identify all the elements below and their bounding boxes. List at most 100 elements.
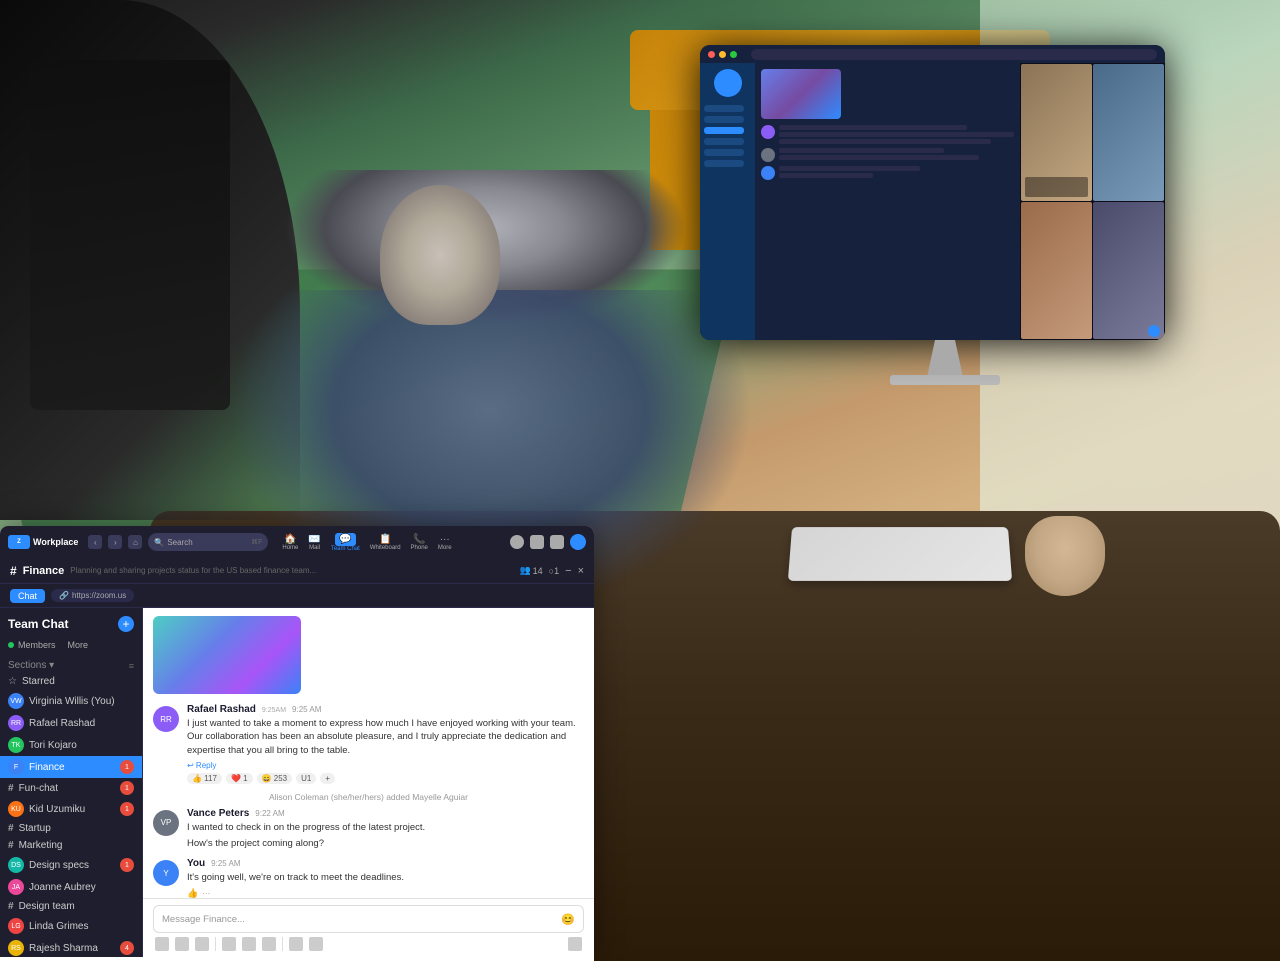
channel-description: Planning and sharing projects status for… [70, 566, 513, 575]
funchat-badge: 1 [120, 781, 134, 795]
sidebar-item-virginia[interactable]: VW Virginia Willis (You) [0, 690, 142, 712]
sidebar-item-marketing[interactable]: # Marketing [0, 837, 142, 854]
vance-msg-content: Vance Peters 9:22 AM I wanted to check i… [187, 808, 584, 851]
nav-back-button[interactable]: ‹ [88, 535, 102, 549]
mention-button[interactable] [309, 937, 323, 951]
pencil-icon[interactable] [550, 535, 564, 549]
channel-name: Finance [23, 565, 65, 577]
message-rafael: RR Rafael Rashad 9:25AM 9:25 AM I just w… [153, 704, 584, 784]
kid-name: Kid Uzumiku [29, 804, 115, 815]
channel-header: # Finance Planning and sharing projects … [0, 558, 594, 584]
starred-label: Starred [22, 676, 134, 687]
sidebar-item-linda[interactable]: LG Linda Grimes [0, 915, 142, 937]
you-msg-content-1: You 9:25 AM It's going well, we're on tr… [187, 858, 584, 898]
channel-hash: # [10, 564, 17, 578]
rafael-msg-header: Rafael Rashad 9:25AM 9:25 AM [187, 704, 584, 715]
nav-home-button[interactable]: ⌂ [128, 535, 142, 549]
preview-image [153, 616, 301, 694]
nav-more[interactable]: ··· More [438, 534, 452, 551]
zoom-logo: Z Workplace [8, 535, 78, 549]
reaction-heart[interactable]: ❤️ 1 [226, 773, 253, 784]
action-count: ○1 [549, 566, 559, 576]
nav-team-chat[interactable]: 💬 Team Chat [331, 533, 360, 552]
gif-button[interactable] [195, 937, 209, 951]
startup-hash: # [8, 823, 14, 834]
rajesh-avatar: RS [8, 940, 24, 956]
chat-area: RR Rafael Rashad 9:25AM 9:25 AM I just w… [143, 608, 594, 957]
rafael-reply-row: ↩ Reply [187, 761, 584, 770]
design-specs-avatar: DS [8, 857, 24, 873]
file-button[interactable] [222, 937, 236, 951]
nav-forward-button[interactable]: › [108, 535, 122, 549]
chat-input-box[interactable]: Message Finance... 😊 [153, 905, 584, 933]
members-label: Members [18, 640, 56, 650]
linda-name: Linda Grimes [29, 921, 134, 932]
sidebar-item-funchat[interactable]: # Fun-chat 1 [0, 778, 142, 798]
search-bar[interactable]: 🔍 Search ⌘F [148, 533, 268, 551]
add-channel-button[interactable]: + [118, 616, 134, 632]
sections-header[interactable]: Sections ▾ ≡ [0, 654, 142, 673]
nav-phone[interactable]: 📞 Phone [411, 534, 428, 551]
chat-messages: RR Rafael Rashad 9:25AM 9:25 AM I just w… [143, 608, 594, 898]
chat-input-placeholder: Message Finance... [162, 914, 245, 925]
sidebar-item-design-team[interactable]: # Design team [0, 898, 142, 915]
filter-icon[interactable]: ≡ [129, 661, 134, 671]
reply-button[interactable]: ↩ Reply [187, 761, 216, 770]
calendar-icon[interactable] [530, 535, 544, 549]
design-team-hash: # [8, 901, 14, 912]
reaction-u1[interactable]: U1 [296, 773, 316, 784]
funchat-name: Fun-chat [19, 783, 115, 794]
close-button[interactable]: × [578, 565, 584, 577]
nav-whiteboard[interactable]: 📋 Whiteboard [370, 534, 401, 551]
top-nav: 🏠 Home ✉️ Mail 💬 Team Chat 📋 Whiteboard … [282, 533, 451, 552]
camera-button[interactable] [242, 937, 256, 951]
sidebar-item-rafael[interactable]: RR Rafael Rashad [0, 712, 142, 734]
sidebar-item-tori[interactable]: TK Tori Kojaro [0, 734, 142, 756]
image-message [153, 616, 584, 694]
star-icon: ☆ [8, 676, 17, 687]
app-body: Team Chat + Members More Sections ▾ ≡ ☆ … [0, 608, 594, 957]
sidebar-item-kid[interactable]: KU Kid Uzumiku 1 [0, 798, 142, 820]
bell-icon[interactable] [510, 535, 524, 549]
tori-name: Tori Kojaro [29, 740, 134, 751]
app-topbar: Z Workplace ‹ › ⌂ 🔍 Search ⌘F 🏠 Home ✉️ … [0, 526, 594, 558]
sidebar-item-design-specs[interactable]: DS Design specs 1 [0, 854, 142, 876]
screen-button[interactable] [262, 937, 276, 951]
link-pill[interactable]: 🔗 https://zoom.us [51, 589, 134, 602]
vance-msg-time: 9:22 AM [255, 809, 284, 818]
sidebar-item-rajesh[interactable]: RS Rajesh Sharma 4 [0, 937, 142, 957]
rafael-msg-text: I just wanted to take a moment to expres… [187, 717, 584, 757]
emoji-button[interactable]: 😊 [561, 913, 575, 926]
rafael-name: Rafael Rashad [29, 718, 134, 729]
minimize-button[interactable]: − [565, 565, 571, 577]
format-button[interactable] [155, 937, 169, 951]
design-team-name: Design team [19, 901, 134, 912]
tab-chat[interactable]: Chat [10, 589, 45, 603]
reaction-thumbs[interactable]: 👍 117 [187, 773, 222, 784]
nav-home[interactable]: 🏠 Home [282, 534, 298, 551]
sidebar-item-startup[interactable]: # Startup [0, 820, 142, 837]
tori-avatar: TK [8, 737, 24, 753]
kid-badge: 1 [120, 802, 134, 816]
logo-text: Workplace [33, 537, 78, 547]
topbar-right [510, 534, 586, 550]
reaction-plus[interactable]: + [320, 773, 335, 784]
rafael-reactions: 👍 117 ❤️ 1 😄 253 U1 + [187, 773, 584, 784]
joanne-name: Joanne Aubrey [29, 882, 134, 893]
design-specs-badge: 1 [120, 858, 134, 872]
design-specs-name: Design specs [29, 860, 115, 871]
sidebar-item-joanne[interactable]: JA Joanne Aubrey [0, 876, 142, 898]
like-icon[interactable]: 👍 [187, 888, 198, 898]
search-shortcut: ⌘F [251, 538, 262, 546]
nav-mail[interactable]: ✉️ Mail [308, 534, 320, 551]
rafael-msg-badge: 9:25AM [262, 707, 286, 714]
user-avatar[interactable] [570, 534, 586, 550]
reaction-smile[interactable]: 😄 253 [257, 773, 293, 784]
vance-msg-text-1: I wanted to check in on the progress of … [187, 821, 584, 834]
more-toolbar-button[interactable] [568, 937, 582, 951]
sidebar-item-finance[interactable]: F Finance 1 [0, 756, 142, 778]
emoji-toolbar-button[interactable] [175, 937, 189, 951]
code-button[interactable] [289, 937, 303, 951]
sidebar-item-starred[interactable]: ☆ Starred [0, 673, 142, 690]
more-reactions-icon[interactable]: ··· [202, 889, 210, 898]
